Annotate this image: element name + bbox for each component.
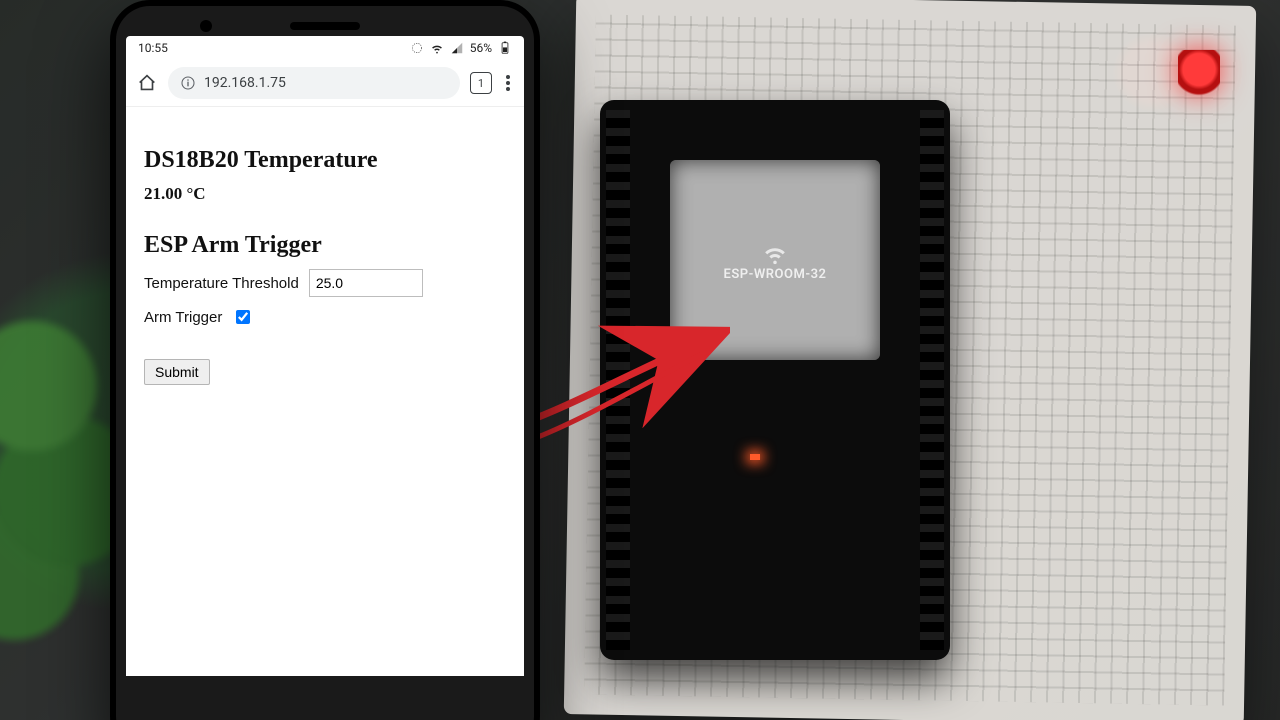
wifi-icon <box>761 239 789 267</box>
heading-trigger: ESP Arm Trigger <box>144 232 506 259</box>
status-time: 10:55 <box>138 41 168 55</box>
arm-label: Arm Trigger <box>144 309 222 326</box>
wifi-icon <box>430 41 444 55</box>
esp32-shield: ESP-WROOM-32 <box>670 160 880 360</box>
threshold-row: Temperature Threshold <box>144 269 506 297</box>
battery-text: 56% <box>470 41 492 55</box>
module-name: ESP-WROOM-32 <box>724 267 827 282</box>
phone-frame: 10:55 56% 192.168.1.75 1 <box>110 0 540 720</box>
browser-toolbar: 192.168.1.75 1 <box>126 60 524 107</box>
battery-icon <box>498 41 512 55</box>
dnd-icon <box>410 41 424 55</box>
web-page: DS18B20 Temperature 21.00 °C ESP Arm Tri… <box>126 107 524 407</box>
threshold-label: Temperature Threshold <box>144 275 299 292</box>
scene-root: ESP-WROOM-32 10:55 56% <box>0 0 1280 720</box>
phone-screen: 10:55 56% 192.168.1.75 1 <box>126 36 524 676</box>
led-red <box>1178 50 1220 115</box>
tab-count-button[interactable]: 1 <box>470 72 492 94</box>
url-text: 192.168.1.75 <box>204 75 286 91</box>
home-icon[interactable] <box>136 72 158 94</box>
info-icon <box>180 75 196 91</box>
header-pins-right <box>920 110 944 650</box>
status-bar: 10:55 56% <box>126 36 524 60</box>
earpiece <box>290 22 360 30</box>
address-bar[interactable]: 192.168.1.75 <box>168 67 460 99</box>
temperature-reading: 21.00 °C <box>144 184 506 204</box>
header-pins-left <box>606 110 630 650</box>
signal-icon <box>450 41 464 55</box>
board-status-led <box>750 454 760 460</box>
status-right-cluster: 56% <box>410 41 512 55</box>
esp32-board: ESP-WROOM-32 <box>600 100 950 660</box>
front-camera <box>200 20 212 32</box>
overflow-menu-icon[interactable] <box>502 71 514 95</box>
submit-button[interactable]: Submit <box>144 359 210 385</box>
heading-temperature: DS18B20 Temperature <box>144 147 506 174</box>
tab-count-value: 1 <box>478 77 484 90</box>
arm-checkbox[interactable] <box>236 310 250 324</box>
threshold-input[interactable] <box>309 269 423 297</box>
arm-row: Arm Trigger <box>144 307 506 327</box>
